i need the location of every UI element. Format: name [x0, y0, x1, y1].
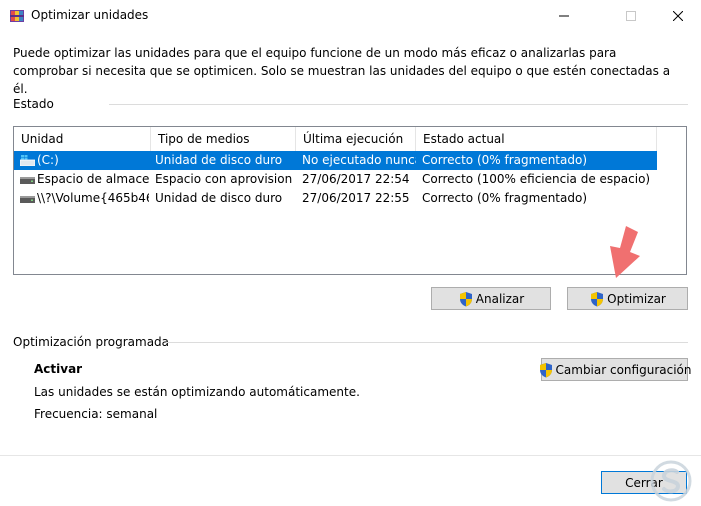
last-run: 27/06/2017 22:55 — [302, 191, 410, 205]
current-status: Correcto (0% fragmentado) — [422, 153, 587, 167]
windows-drive-icon — [20, 155, 35, 166]
analyze-label: Analizar — [475, 291, 525, 306]
drive-row-c[interactable]: (C:) Unidad de disco duro No ejecutado n… — [14, 151, 657, 170]
close-window-button[interactable] — [655, 0, 701, 31]
column-header-unidad[interactable]: Unidad — [14, 127, 151, 151]
description-text: Puede optimizar las unidades para que el… — [13, 46, 671, 96]
annotation-arrow-icon — [610, 226, 640, 278]
uac-shield-icon — [459, 291, 472, 306]
drive-name: (C:) — [37, 153, 59, 167]
drives-list[interactable]: Unidad Tipo de medios Última ejecución E… — [13, 126, 687, 275]
column-header-ultima[interactable]: Última ejecución — [296, 127, 416, 151]
scheduled-section-label: Optimización programada — [13, 335, 170, 349]
list-header: Unidad Tipo de medios Última ejecución E… — [14, 127, 657, 151]
change-settings-button[interactable]: Cambiar configuración — [539, 358, 691, 381]
last-run: 27/06/2017 22:54 — [302, 172, 410, 186]
drive-name: \\?\Volume{465b46... — [37, 191, 149, 205]
minimize-button[interactable] — [541, 0, 587, 31]
drive-row-storage-space[interactable]: Espacio de almace... Espacio con aprovis… — [14, 170, 657, 189]
minimize-icon — [559, 15, 569, 16]
status-section-label: Estado — [13, 97, 54, 111]
media-type: Espacio con aprovision... — [155, 172, 293, 186]
current-status: Correcto (100% eficiencia de espacio) — [422, 172, 651, 186]
window-title: Optimizar unidades — [31, 8, 149, 22]
maximize-icon — [626, 10, 636, 21]
maximize-button[interactable] — [608, 0, 654, 31]
current-status: Correcto (0% fragmentado) — [422, 191, 587, 205]
column-separator[interactable] — [656, 127, 657, 151]
drive-name: Espacio de almace... — [37, 172, 149, 186]
drive-row-volume[interactable]: \\?\Volume{465b46... Unidad de disco dur… — [14, 189, 657, 208]
title-bar[interactable]: Optimizar unidades — [0, 0, 701, 32]
schedule-heading: Activar — [34, 362, 83, 376]
analyze-button[interactable]: Analizar — [431, 287, 551, 310]
schedule-message: Las unidades se están optimizando automá… — [34, 385, 360, 399]
media-type: Unidad de disco duro — [155, 153, 283, 167]
optimize-button[interactable]: Optimizar — [567, 287, 688, 310]
media-type: Unidad de disco duro — [155, 191, 283, 205]
close-icon — [673, 10, 683, 21]
uac-shield-icon — [591, 291, 604, 306]
schedule-frequency: Frecuencia: semanal — [34, 407, 158, 421]
defrag-app-icon — [10, 10, 24, 22]
status-divider — [109, 104, 688, 105]
watermark-logo-icon — [650, 460, 692, 502]
scheduled-divider — [166, 342, 688, 343]
uac-shield-icon — [539, 362, 552, 377]
optimize-label: Optimizar — [607, 291, 666, 306]
footer-divider — [0, 455, 701, 456]
hard-drive-icon — [20, 177, 35, 184]
change-settings-label: Cambiar configuración — [555, 362, 692, 377]
column-header-tipo[interactable]: Tipo de medios — [151, 127, 296, 151]
last-run: No ejecutado nunca — [302, 153, 416, 167]
hard-drive-icon — [20, 196, 35, 203]
column-header-estado[interactable]: Estado actual — [416, 127, 657, 151]
